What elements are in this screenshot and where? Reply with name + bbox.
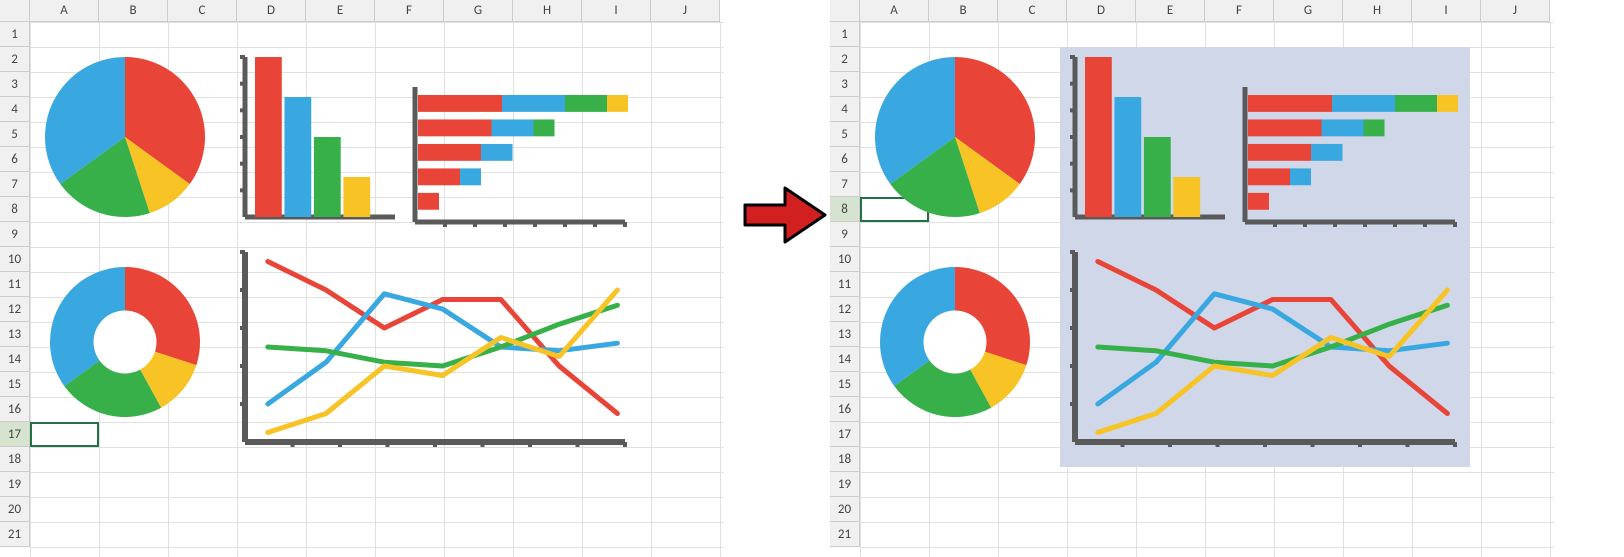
right-spreadsheet-panel: ABCDEFGHIJ 12345678910111213141516171819…	[830, 0, 1554, 557]
row-header-7[interactable]: 7	[830, 172, 860, 197]
charts-overlay-left	[30, 22, 720, 547]
col-header-D[interactable]: D	[1067, 0, 1136, 22]
row-header-14[interactable]: 14	[830, 347, 860, 372]
row-header-17[interactable]: 17	[830, 422, 860, 447]
row-header-16[interactable]: 16	[830, 397, 860, 422]
row-header-1[interactable]: 1	[830, 22, 860, 47]
col-header-I[interactable]: I	[582, 0, 651, 22]
col-header-G[interactable]: G	[1274, 0, 1343, 22]
row-header-10[interactable]: 10	[0, 247, 30, 272]
row-header-20[interactable]: 20	[0, 497, 30, 522]
col-header-B[interactable]: B	[99, 0, 168, 22]
col-header-F[interactable]: F	[1205, 0, 1274, 22]
row-header-1[interactable]: 1	[0, 22, 30, 47]
row-header-15[interactable]: 15	[830, 372, 860, 397]
select-all-corner[interactable]	[0, 0, 30, 22]
row-header-21[interactable]: 21	[830, 522, 860, 547]
row-header-4[interactable]: 4	[0, 97, 30, 122]
row-header-2[interactable]: 2	[0, 47, 30, 72]
row-header-9[interactable]: 9	[0, 222, 30, 247]
row-header-10[interactable]: 10	[830, 247, 860, 272]
row-header-14[interactable]: 14	[0, 347, 30, 372]
col-header-B[interactable]: B	[929, 0, 998, 22]
row-header-20[interactable]: 20	[830, 497, 860, 522]
row-header-18[interactable]: 18	[830, 447, 860, 472]
row-header-11[interactable]: 11	[830, 272, 860, 297]
row-header-3[interactable]: 3	[0, 72, 30, 97]
row-header-21[interactable]: 21	[0, 522, 30, 547]
sheet-left[interactable]: ABCDEFGHIJ 12345678910111213141516171819…	[0, 0, 724, 557]
col-header-I[interactable]: I	[1412, 0, 1481, 22]
row-header-5[interactable]: 5	[0, 122, 30, 147]
row-header-18[interactable]: 18	[0, 447, 30, 472]
row-header-16[interactable]: 16	[0, 397, 30, 422]
arrow-icon	[740, 180, 830, 250]
row-header-13[interactable]: 13	[830, 322, 860, 347]
col-header-G[interactable]: G	[444, 0, 513, 22]
col-header-H[interactable]: H	[513, 0, 582, 22]
select-all-corner[interactable]	[830, 0, 860, 22]
row-header-8[interactable]: 8	[0, 197, 30, 222]
row-header-2[interactable]: 2	[830, 47, 860, 72]
row-header-13[interactable]: 13	[0, 322, 30, 347]
row-header-19[interactable]: 19	[830, 472, 860, 497]
col-header-E[interactable]: E	[1136, 0, 1205, 22]
row-header-17[interactable]: 17	[0, 422, 30, 447]
col-header-H[interactable]: H	[1343, 0, 1412, 22]
row-header-15[interactable]: 15	[0, 372, 30, 397]
col-header-D[interactable]: D	[237, 0, 306, 22]
col-header-A[interactable]: A	[860, 0, 929, 22]
left-spreadsheet-panel: ABCDEFGHIJ 12345678910111213141516171819…	[0, 0, 724, 557]
col-header-J[interactable]: J	[651, 0, 720, 22]
col-header-J[interactable]: J	[1481, 0, 1550, 22]
row-header-4[interactable]: 4	[830, 97, 860, 122]
charts-overlay-right	[860, 22, 1550, 547]
col-header-C[interactable]: C	[168, 0, 237, 22]
row-header-9[interactable]: 9	[830, 222, 860, 247]
row-header-8[interactable]: 8	[830, 197, 860, 222]
sheet-right[interactable]: ABCDEFGHIJ 12345678910111213141516171819…	[830, 0, 1554, 557]
row-header-3[interactable]: 3	[830, 72, 860, 97]
col-header-A[interactable]: A	[30, 0, 99, 22]
row-header-5[interactable]: 5	[830, 122, 860, 147]
row-header-19[interactable]: 19	[0, 472, 30, 497]
col-header-C[interactable]: C	[998, 0, 1067, 22]
row-header-12[interactable]: 12	[0, 297, 30, 322]
row-header-6[interactable]: 6	[0, 147, 30, 172]
col-header-E[interactable]: E	[306, 0, 375, 22]
row-header-11[interactable]: 11	[0, 272, 30, 297]
row-header-6[interactable]: 6	[830, 147, 860, 172]
row-header-12[interactable]: 12	[830, 297, 860, 322]
col-header-F[interactable]: F	[375, 0, 444, 22]
row-header-7[interactable]: 7	[0, 172, 30, 197]
